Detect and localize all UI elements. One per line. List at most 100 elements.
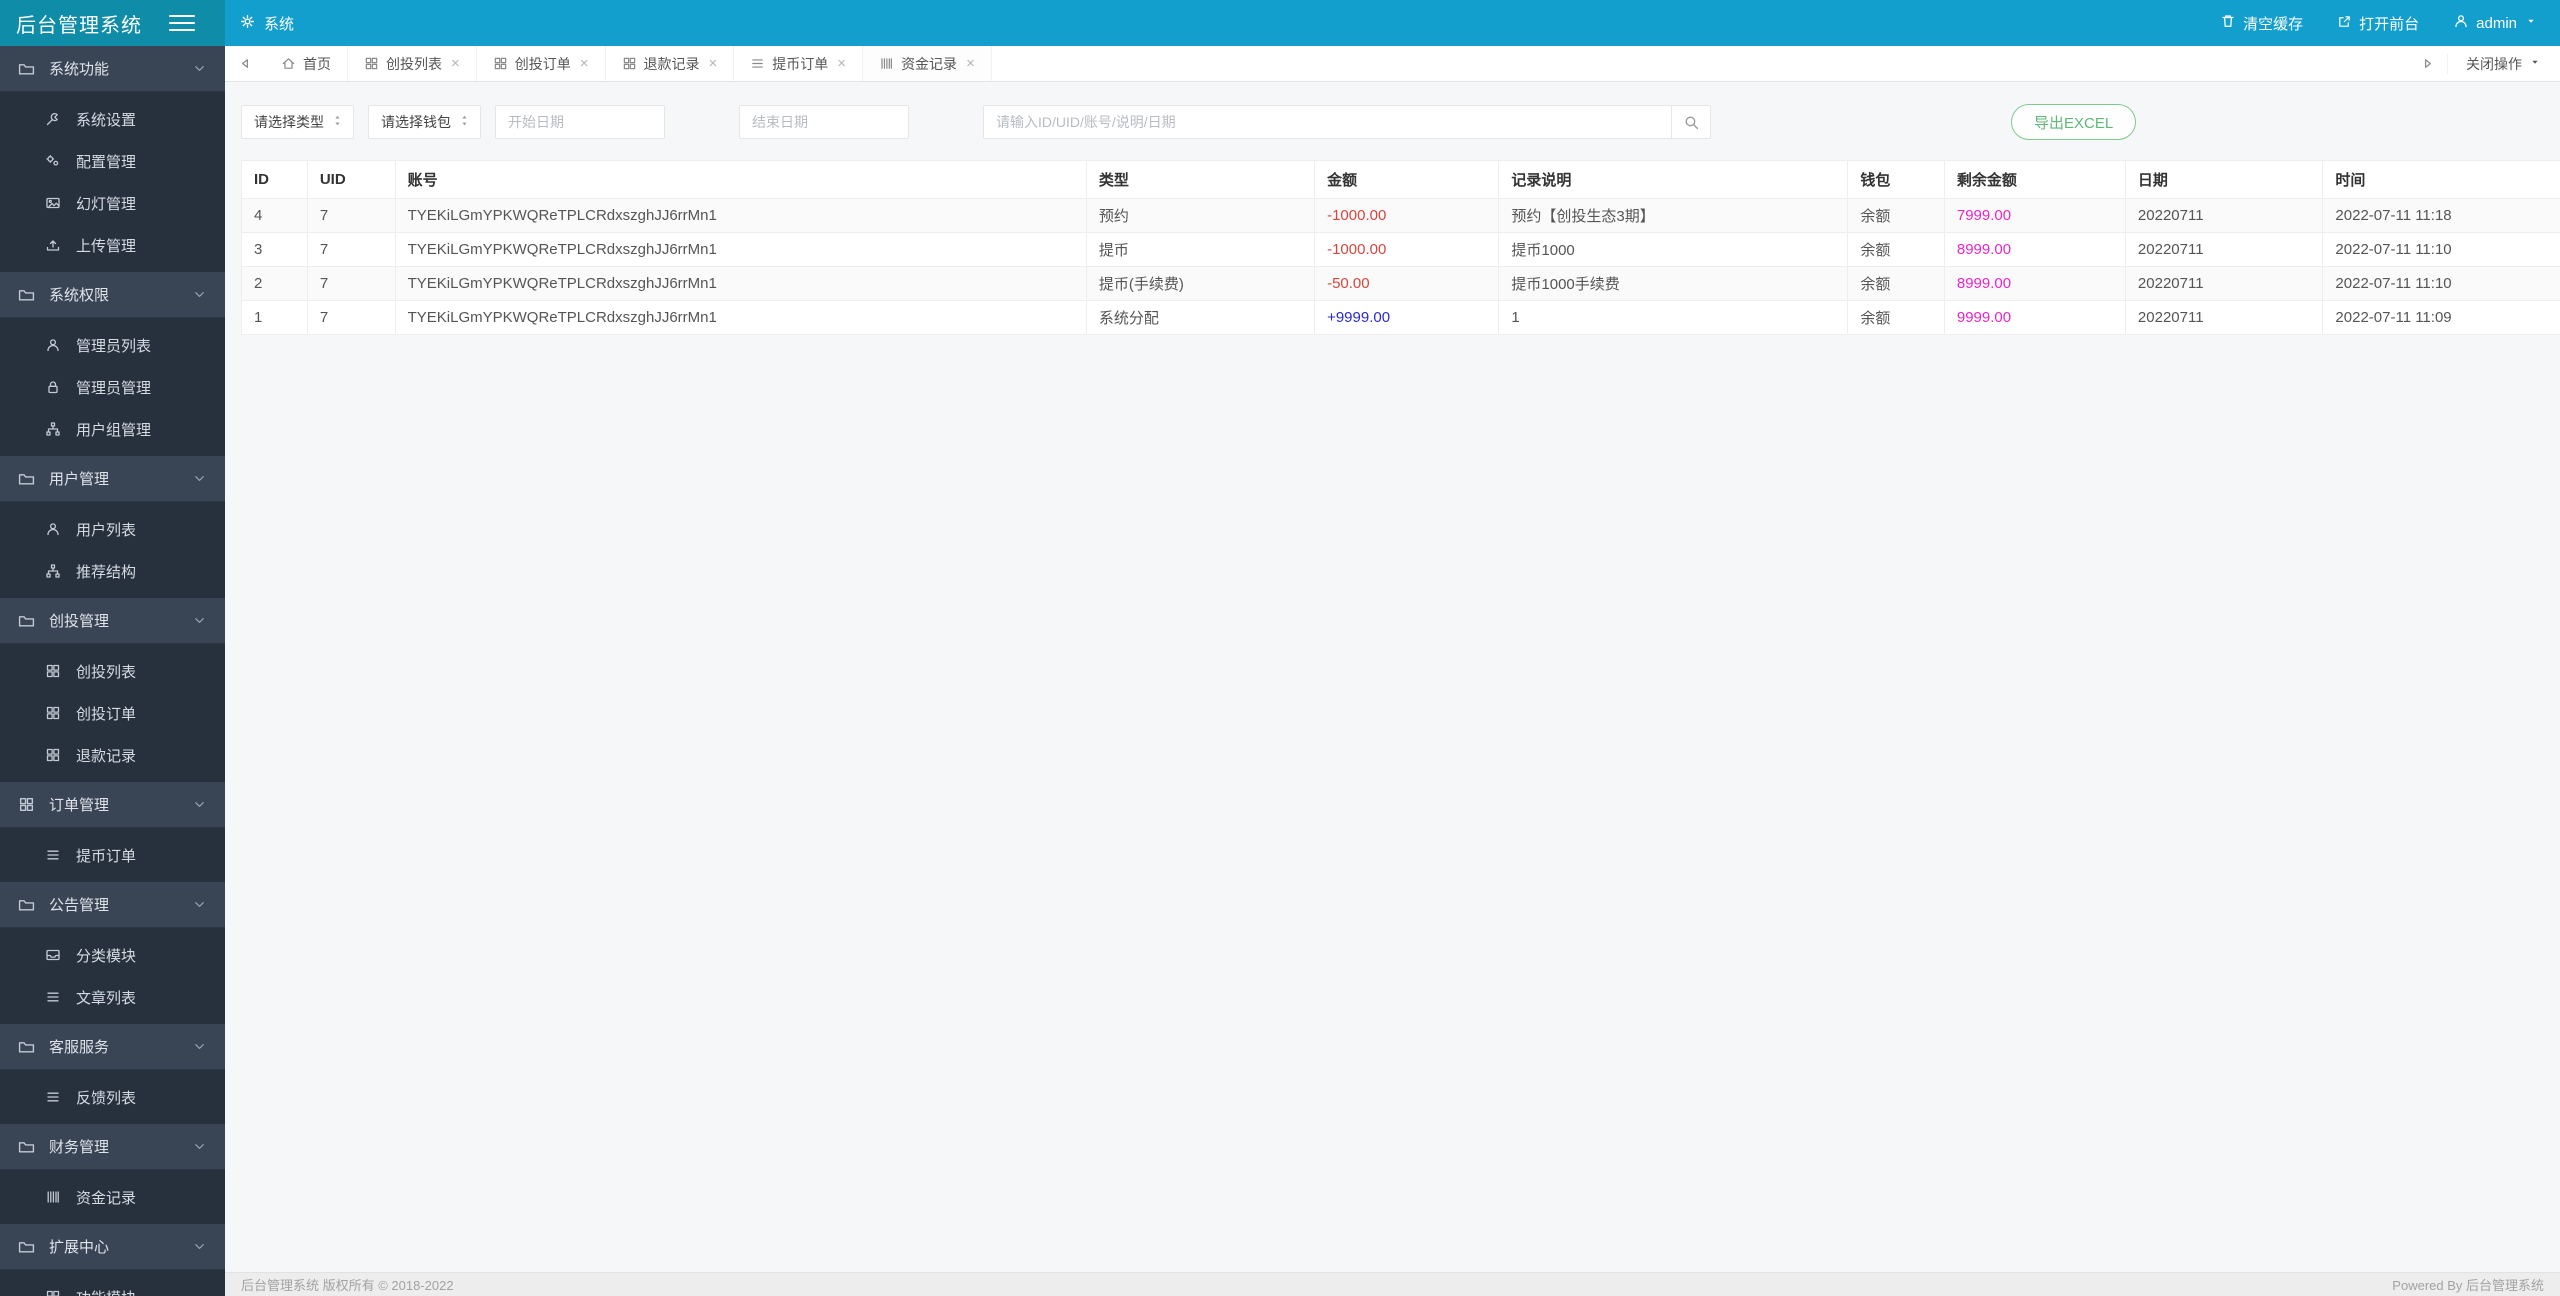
menu-group-header[interactable]: 系统功能 — [0, 46, 225, 92]
close-operations-label: 关闭操作 — [2466, 54, 2522, 74]
cell-type: 提币 — [1086, 233, 1314, 267]
sidebar-item-label: 系统设置 — [76, 109, 136, 130]
menu-group: 财务管理资金记录 — [0, 1124, 225, 1224]
tab-bar: 首页创投列表×创投订单×退款记录×提币订单×资金记录× 关闭操作 — [225, 46, 2560, 82]
sidebar-item-label: 管理员列表 — [76, 335, 151, 356]
sidebar-item-文章列表[interactable]: 文章列表 — [0, 976, 225, 1018]
list-icon — [45, 1089, 61, 1105]
hamburger-menu-icon[interactable] — [169, 15, 195, 31]
cell-time: 2022-07-11 11:10 — [2323, 267, 2560, 301]
close-tab-icon[interactable]: × — [451, 55, 460, 72]
select-arrows-icon — [457, 113, 472, 128]
gears-icon — [45, 153, 61, 169]
sidebar-item-label: 用户列表 — [76, 519, 136, 540]
sidebar-item-用户组管理[interactable]: 用户组管理 — [0, 408, 225, 450]
sidebar-item-label: 分类模块 — [76, 945, 136, 966]
tab-退款记录[interactable]: 退款记录× — [606, 46, 735, 81]
cell-date: 20220711 — [2125, 233, 2323, 267]
sidebar-item-资金记录[interactable]: 资金记录 — [0, 1176, 225, 1218]
menu-group-header[interactable]: 用户管理 — [0, 456, 225, 502]
open-frontend-button[interactable]: 打开前台 — [2337, 13, 2419, 34]
menu-group-header[interactable]: 客服服务 — [0, 1024, 225, 1070]
sidebar-item-分类模块[interactable]: 分类模块 — [0, 934, 225, 976]
scroll-tabs-left-button[interactable] — [225, 46, 265, 81]
menu-group-header[interactable]: 创投管理 — [0, 598, 225, 644]
clear-cache-label: 清空缓存 — [2243, 13, 2303, 34]
sidebar-item-功能模块[interactable]: 功能模块 — [0, 1276, 225, 1296]
cell-date: 20220711 — [2125, 301, 2323, 335]
upload-icon — [45, 237, 61, 253]
wallet-select[interactable]: 请选择钱包 — [368, 105, 481, 139]
cell-uid: 7 — [307, 267, 395, 301]
select-arrows-icon — [330, 113, 345, 128]
chevron-down-icon — [192, 61, 207, 76]
folder-icon — [18, 1238, 35, 1255]
export-excel-button[interactable]: 导出EXCEL — [2011, 104, 2136, 140]
tab-首页[interactable]: 首页 — [265, 46, 348, 81]
grid-icon — [45, 663, 61, 679]
search-icon — [1683, 114, 1700, 131]
search-input[interactable] — [983, 105, 1671, 139]
sidebar-item-配置管理[interactable]: 配置管理 — [0, 140, 225, 182]
topbar-actions: 清空缓存 打开前台 admin — [2220, 13, 2550, 34]
sidebar-item-幻灯管理[interactable]: 幻灯管理 — [0, 182, 225, 224]
search-group — [983, 105, 1711, 139]
close-tab-icon[interactable]: × — [966, 55, 975, 72]
cell-uid: 7 — [307, 199, 395, 233]
caret-down-icon — [2528, 55, 2542, 69]
sidebar-item-管理员管理[interactable]: 管理员管理 — [0, 366, 225, 408]
sidebar-item-退款记录[interactable]: 退款记录 — [0, 734, 225, 776]
menu-group-label: 系统功能 — [49, 58, 192, 79]
sitemap-icon — [45, 563, 61, 579]
folder-icon — [18, 612, 35, 629]
chevron-down-icon — [192, 1039, 207, 1054]
close-tab-icon[interactable]: × — [580, 55, 589, 72]
menu-group-header[interactable]: 公告管理 — [0, 882, 225, 928]
sidebar-item-用户列表[interactable]: 用户列表 — [0, 508, 225, 550]
menu-group-header[interactable]: 系统权限 — [0, 272, 225, 318]
grid-icon — [45, 747, 61, 763]
cell-id: 4 — [242, 199, 308, 233]
tab-提币订单[interactable]: 提币订单× — [734, 46, 863, 81]
folder-icon — [18, 896, 35, 913]
type-select[interactable]: 请选择类型 — [241, 105, 354, 139]
tab-资金记录[interactable]: 资金记录× — [863, 46, 992, 81]
sidebar-item-创投列表[interactable]: 创投列表 — [0, 650, 225, 692]
user-menu[interactable]: admin — [2453, 13, 2538, 33]
menu-group: 系统权限管理员列表管理员管理用户组管理 — [0, 272, 225, 456]
sidebar-item-推荐结构[interactable]: 推荐结构 — [0, 550, 225, 592]
grid-icon — [622, 56, 637, 71]
start-date-input[interactable] — [495, 105, 665, 139]
sidebar-item-提币订单[interactable]: 提币订单 — [0, 834, 225, 876]
menu-group-label: 客服服务 — [49, 1036, 192, 1057]
sidebar-item-系统设置[interactable]: 系统设置 — [0, 98, 225, 140]
close-operations-dropdown[interactable]: 关闭操作 — [2447, 54, 2560, 74]
column-header-type: 类型 — [1086, 161, 1314, 199]
sidebar-item-上传管理[interactable]: 上传管理 — [0, 224, 225, 266]
clear-cache-button[interactable]: 清空缓存 — [2220, 13, 2303, 34]
cell-account: TYEKiLGmYPKWQReTPLCRdxszghJJ6rrMn1 — [395, 267, 1086, 301]
breadcrumb-system[interactable]: 系统 — [239, 13, 2220, 34]
menu-group-header[interactable]: 财务管理 — [0, 1124, 225, 1170]
cell-remaining: 9999.00 — [1944, 301, 2125, 335]
image-icon — [45, 195, 61, 211]
sidebar-item-创投订单[interactable]: 创投订单 — [0, 692, 225, 734]
menu-group-header[interactable]: 订单管理 — [0, 782, 225, 828]
topbar: 系统 清空缓存 打开前台 admin — [225, 0, 2560, 46]
menu-group: 扩展中心功能模块 — [0, 1224, 225, 1296]
logo-bar: 后台管理系统 — [0, 0, 225, 46]
tab-创投订单[interactable]: 创投订单× — [477, 46, 606, 81]
cell-id: 3 — [242, 233, 308, 267]
sidebar-item-管理员列表[interactable]: 管理员列表 — [0, 324, 225, 366]
sidebar-item-label: 反馈列表 — [76, 1087, 136, 1108]
scroll-tabs-right-button[interactable] — [2407, 46, 2447, 81]
end-date-input[interactable] — [739, 105, 909, 139]
close-tab-icon[interactable]: × — [709, 55, 718, 72]
sidebar-item-反馈列表[interactable]: 反馈列表 — [0, 1076, 225, 1118]
close-tab-icon[interactable]: × — [837, 55, 846, 72]
menu-group-header[interactable]: 扩展中心 — [0, 1224, 225, 1270]
chevron-down-icon — [192, 287, 207, 302]
tab-创投列表[interactable]: 创投列表× — [348, 46, 477, 81]
cell-type: 提币(手续费) — [1086, 267, 1314, 301]
search-button[interactable] — [1671, 105, 1711, 139]
